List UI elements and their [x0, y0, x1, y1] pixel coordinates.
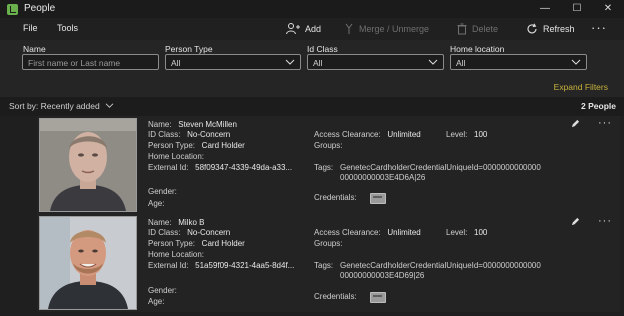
person-photo — [39, 216, 137, 310]
home-location-value: All — [456, 58, 466, 68]
name-field: Name: Milko B — [148, 218, 205, 227]
id-class-label: Id Class — [307, 44, 338, 54]
menu-file[interactable]: File — [23, 23, 38, 33]
chevron-down-icon — [428, 59, 438, 65]
access-clearance-field: Access Clearance: Unlimited — [314, 130, 421, 139]
close-icon[interactable]: ✕ — [600, 2, 616, 16]
person-type-select[interactable]: All — [165, 54, 301, 70]
merge-unmerge-label: Merge / Unmerge — [359, 24, 430, 34]
person-type-field: Person Type: Card Holder — [148, 141, 245, 150]
level-field: Level: 100 — [446, 130, 488, 139]
home-location-field: Home Location: — [148, 250, 205, 259]
tags-value-line2: 00000000003E4D69|26 — [340, 271, 425, 280]
person-type-value: All — [171, 58, 181, 68]
title-bar: People — ☐ ✕ — [0, 0, 624, 18]
person-type-field: Person Type: Card Holder — [148, 239, 245, 248]
name-filter-label: Name — [23, 44, 46, 54]
home-location-label: Home location — [450, 44, 505, 54]
id-class-select[interactable]: All — [307, 54, 444, 70]
age-field: Age: — [148, 199, 165, 208]
tags-value-line2: 00000000003E4D6A|26 — [340, 173, 426, 182]
merge-unmerge-button[interactable]: Merge / Unmerge — [344, 23, 429, 35]
add-button[interactable]: Add — [286, 23, 321, 35]
name-search-input[interactable]: First name or Last name — [22, 54, 159, 70]
credential-card-icon[interactable] — [370, 292, 386, 303]
id-class-field: ID Class: No-Concern — [148, 130, 231, 139]
window-title: People — [24, 3, 56, 14]
person-card[interactable]: Name: Steven McMillen ID Class: No-Conce… — [37, 116, 620, 214]
edit-pencil-icon[interactable] — [571, 217, 580, 226]
tags-label: Tags: — [314, 261, 334, 270]
tags-value-line1: GenetecCardholderCredentialUniqueId=0000… — [340, 163, 541, 172]
groups-field: Groups: — [314, 239, 343, 248]
tags-label: Tags: — [314, 163, 334, 172]
add-person-icon — [286, 23, 300, 35]
person-photo — [39, 118, 137, 212]
expand-filters-link[interactable]: Expand Filters — [554, 82, 608, 92]
app-logo-icon — [7, 4, 18, 15]
chevron-down-icon — [285, 59, 295, 65]
more-options-icon[interactable]: ··· — [598, 215, 612, 227]
trash-icon — [457, 23, 467, 35]
chevron-down-icon — [105, 103, 114, 108]
external-id-field: External Id: 51a59f09-4321-4aa5-8d4f... — [148, 261, 295, 270]
minimize-icon[interactable]: — — [537, 2, 553, 16]
credentials-label: Credentials: — [314, 193, 357, 202]
credential-card-icon[interactable] — [370, 193, 386, 204]
chevron-down-icon — [571, 59, 581, 65]
sort-bar: Sort by: Recently added 2 People — [0, 97, 624, 116]
gender-field: Gender: — [148, 187, 177, 196]
delete-label: Delete — [472, 24, 499, 34]
age-field: Age: — [148, 297, 165, 306]
people-count: 2 People — [581, 101, 616, 111]
filter-panel: Name First name or Last name Person Type… — [0, 40, 624, 97]
person-card[interactable]: Name: Milko B ID Class: No-Concern Perso… — [37, 214, 620, 312]
person-type-label: Person Type — [165, 44, 213, 54]
add-label: Add — [305, 24, 322, 34]
more-options-icon[interactable]: ··· — [591, 20, 607, 35]
credentials-label: Credentials: — [314, 292, 357, 301]
home-location-select[interactable]: All — [450, 54, 587, 70]
maximize-icon[interactable]: ☐ — [569, 2, 585, 16]
refresh-label: Refresh — [543, 24, 575, 34]
refresh-icon — [527, 23, 537, 34]
external-id-field: External Id: 58f09347-4339-49da-a33... — [148, 163, 293, 172]
tags-value-line1: GenetecCardholderCredentialUniqueId=0000… — [340, 261, 541, 270]
home-location-field: Home Location: — [148, 152, 205, 161]
refresh-button[interactable]: Refresh — [526, 23, 575, 35]
delete-button[interactable]: Delete — [457, 23, 498, 35]
edit-pencil-icon[interactable] — [571, 119, 580, 128]
id-class-field: ID Class: No-Concern — [148, 228, 231, 237]
id-class-value: All — [313, 58, 323, 68]
name-field: Name: Steven McMillen — [148, 120, 237, 129]
groups-field: Groups: — [314, 141, 343, 150]
menu-tools[interactable]: Tools — [57, 23, 78, 33]
level-field: Level: 100 — [446, 228, 488, 237]
merge-icon — [345, 23, 353, 34]
gender-field: Gender: — [148, 286, 177, 295]
sort-by-dropdown[interactable]: Sort by: Recently added — [9, 101, 114, 111]
access-clearance-field: Access Clearance: Unlimited — [314, 228, 421, 237]
menu-toolbar: File Tools Add Merge / Unmerge Delete Re… — [0, 18, 624, 40]
more-options-icon[interactable]: ··· — [598, 117, 612, 129]
sort-by-label: Sort by: Recently added — [9, 101, 100, 111]
